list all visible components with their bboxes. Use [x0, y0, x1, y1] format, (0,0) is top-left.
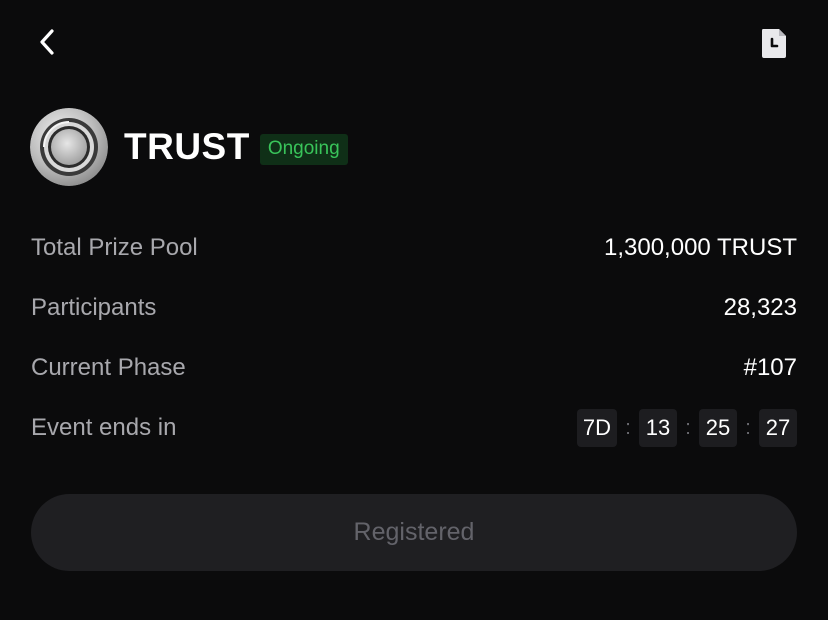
participants-value: 28,323: [723, 294, 797, 321]
countdown-minutes: 25: [699, 409, 737, 447]
event-ends-row: Event ends in 7D : 13 : 25 : 27: [31, 398, 797, 458]
event-header: TRUST Ongoing: [30, 108, 348, 186]
prize-pool-row: Total Prize Pool 1,300,000 TRUST: [31, 218, 797, 278]
status-badge: Ongoing: [259, 133, 348, 165]
countdown-hours: 13: [639, 409, 677, 447]
participants-label: Participants: [31, 294, 157, 321]
prize-pool-value: 1,300,000 TRUST: [604, 234, 797, 261]
countdown-separator: :: [625, 416, 631, 439]
countdown-timer: 7D : 13 : 25 : 27: [576, 409, 797, 447]
top-bar: [0, 0, 828, 86]
back-button[interactable]: [30, 24, 64, 60]
countdown-separator: :: [685, 416, 691, 439]
countdown-days: 7D: [576, 409, 617, 447]
participants-row: Participants 28,323: [31, 278, 797, 338]
current-phase-value: #107: [743, 354, 797, 381]
chevron-left-icon: [40, 29, 54, 55]
event-info: Total Prize Pool 1,300,000 TRUST Partici…: [31, 218, 797, 458]
current-phase-label: Current Phase: [31, 354, 186, 381]
document-clock-icon: [762, 29, 786, 58]
history-button[interactable]: [756, 24, 792, 62]
countdown-seconds: 27: [759, 409, 797, 447]
token-name: TRUST: [124, 126, 250, 167]
countdown-separator: :: [745, 416, 751, 439]
trust-coin-logo: [30, 108, 108, 186]
current-phase-row: Current Phase #107: [31, 338, 797, 398]
prize-pool-label: Total Prize Pool: [31, 234, 198, 261]
registered-button[interactable]: Registered: [31, 494, 797, 571]
event-ends-label: Event ends in: [31, 414, 177, 441]
